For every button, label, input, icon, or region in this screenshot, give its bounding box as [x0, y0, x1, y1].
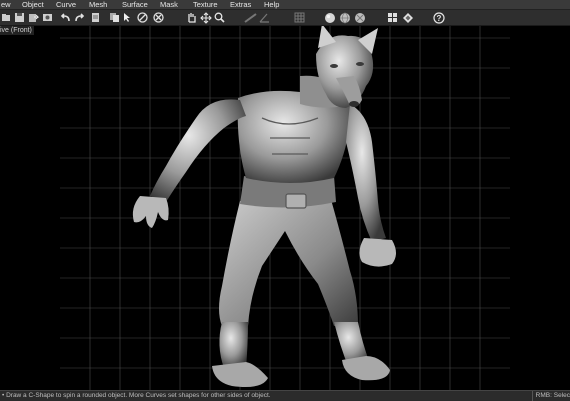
snapshot-icon[interactable]: [41, 11, 54, 24]
menu-texture[interactable]: Texture: [193, 0, 218, 9]
menu-object[interactable]: Object: [22, 0, 44, 9]
menu-bar: ew Object Curve Mesh Surface Mask Textur…: [0, 0, 570, 10]
angle-icon[interactable]: [258, 11, 271, 24]
sphere-grid-icon[interactable]: [338, 11, 351, 24]
menu-view[interactable]: ew: [1, 0, 11, 9]
cancel-icon[interactable]: [152, 11, 165, 24]
sphere-cross-icon[interactable]: [353, 11, 366, 24]
menu-mask[interactable]: Mask: [160, 0, 178, 9]
export-icon[interactable]: [27, 11, 40, 24]
zoom-icon[interactable]: [213, 11, 226, 24]
menu-mesh[interactable]: Mesh: [89, 0, 107, 9]
hand-pan-icon[interactable]: [185, 11, 198, 24]
save-file-icon[interactable]: [13, 11, 26, 24]
copy-icon[interactable]: [108, 11, 121, 24]
open-file-icon[interactable]: [0, 11, 13, 24]
grid-icon[interactable]: [293, 11, 306, 24]
menu-surface[interactable]: Surface: [122, 0, 148, 9]
svg-text:?: ?: [436, 14, 441, 23]
document-icon[interactable]: [89, 11, 102, 24]
undo-icon[interactable]: [58, 11, 71, 24]
3d-viewport[interactable]: ive (Front): [0, 26, 570, 390]
ruler-icon[interactable]: [244, 11, 257, 24]
menu-help[interactable]: Help: [264, 0, 279, 9]
help-icon[interactable]: ?: [432, 11, 445, 24]
select-arrow-icon[interactable]: [121, 11, 134, 24]
menu-extras[interactable]: Extras: [230, 0, 251, 9]
redo-icon[interactable]: [73, 11, 86, 24]
toolbar: ?: [0, 10, 570, 26]
viewport-view-label[interactable]: ive (Front): [0, 26, 34, 35]
menu-curve[interactable]: Curve: [56, 0, 76, 9]
werewolf-model[interactable]: [132, 26, 396, 387]
move-arrows-icon[interactable]: [199, 11, 212, 24]
status-bar: • Draw a C-Shape to spin a rounded objec…: [0, 390, 570, 401]
view-grid-icon[interactable]: [386, 11, 399, 24]
sphere-smooth-icon[interactable]: [323, 11, 336, 24]
navigate-diamond-icon[interactable]: [401, 11, 414, 24]
viewport-scene: [60, 26, 510, 390]
delete-icon[interactable]: [136, 11, 149, 24]
